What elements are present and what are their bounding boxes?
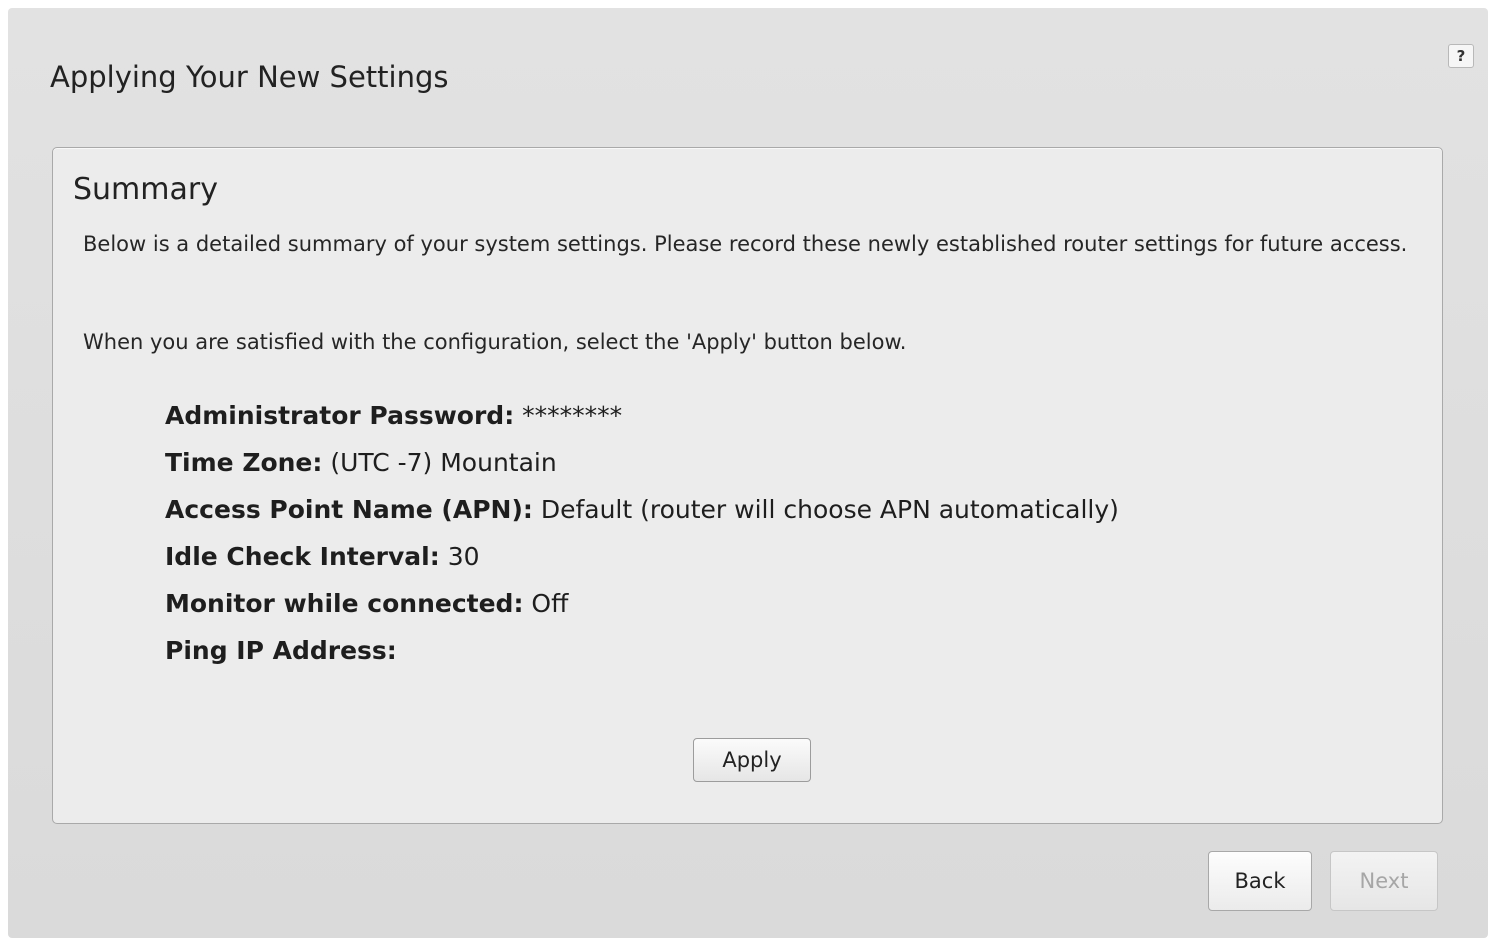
- page-title: Applying Your New Settings: [50, 60, 449, 94]
- setting-label: Idle Check Interval:: [165, 542, 440, 571]
- setting-label: Access Point Name (APN):: [165, 495, 533, 524]
- setting-ping-ip-address: Ping IP Address:: [165, 631, 1119, 678]
- setting-apn: Access Point Name (APN): Default (router…: [165, 490, 1119, 537]
- help-icon[interactable]: ?: [1448, 44, 1474, 68]
- summary-instruction: When you are satisfied with the configur…: [83, 330, 907, 354]
- back-button[interactable]: Back: [1208, 851, 1312, 911]
- setting-value: ********: [522, 401, 623, 430]
- setting-label: Monitor while connected:: [165, 589, 524, 618]
- settings-list: Administrator Password: ******** Time Zo…: [165, 396, 1119, 678]
- apply-button[interactable]: Apply: [693, 738, 811, 782]
- setting-value: (UTC -7) Mountain: [330, 448, 557, 477]
- setting-time-zone: Time Zone: (UTC -7) Mountain: [165, 443, 1119, 490]
- setting-monitor-while-connected: Monitor while connected: Off: [165, 584, 1119, 631]
- setting-label: Administrator Password:: [165, 401, 515, 430]
- setting-admin-password: Administrator Password: ********: [165, 396, 1119, 443]
- summary-panel: Summary Below is a detailed summary of y…: [52, 147, 1443, 824]
- setting-label: Ping IP Address:: [165, 636, 397, 665]
- summary-title: Summary: [73, 172, 218, 207]
- setting-label: Time Zone:: [165, 448, 323, 477]
- setting-value: 30: [447, 542, 480, 571]
- setting-value: Off: [531, 589, 569, 618]
- next-button[interactable]: Next: [1330, 851, 1438, 911]
- setting-idle-check-interval: Idle Check Interval: 30: [165, 537, 1119, 584]
- summary-description: Below is a detailed summary of your syst…: [83, 232, 1408, 256]
- setup-wizard-window: ? Applying Your New Settings Summary Bel…: [8, 8, 1488, 938]
- setting-value: Default (router will choose APN automati…: [540, 495, 1119, 524]
